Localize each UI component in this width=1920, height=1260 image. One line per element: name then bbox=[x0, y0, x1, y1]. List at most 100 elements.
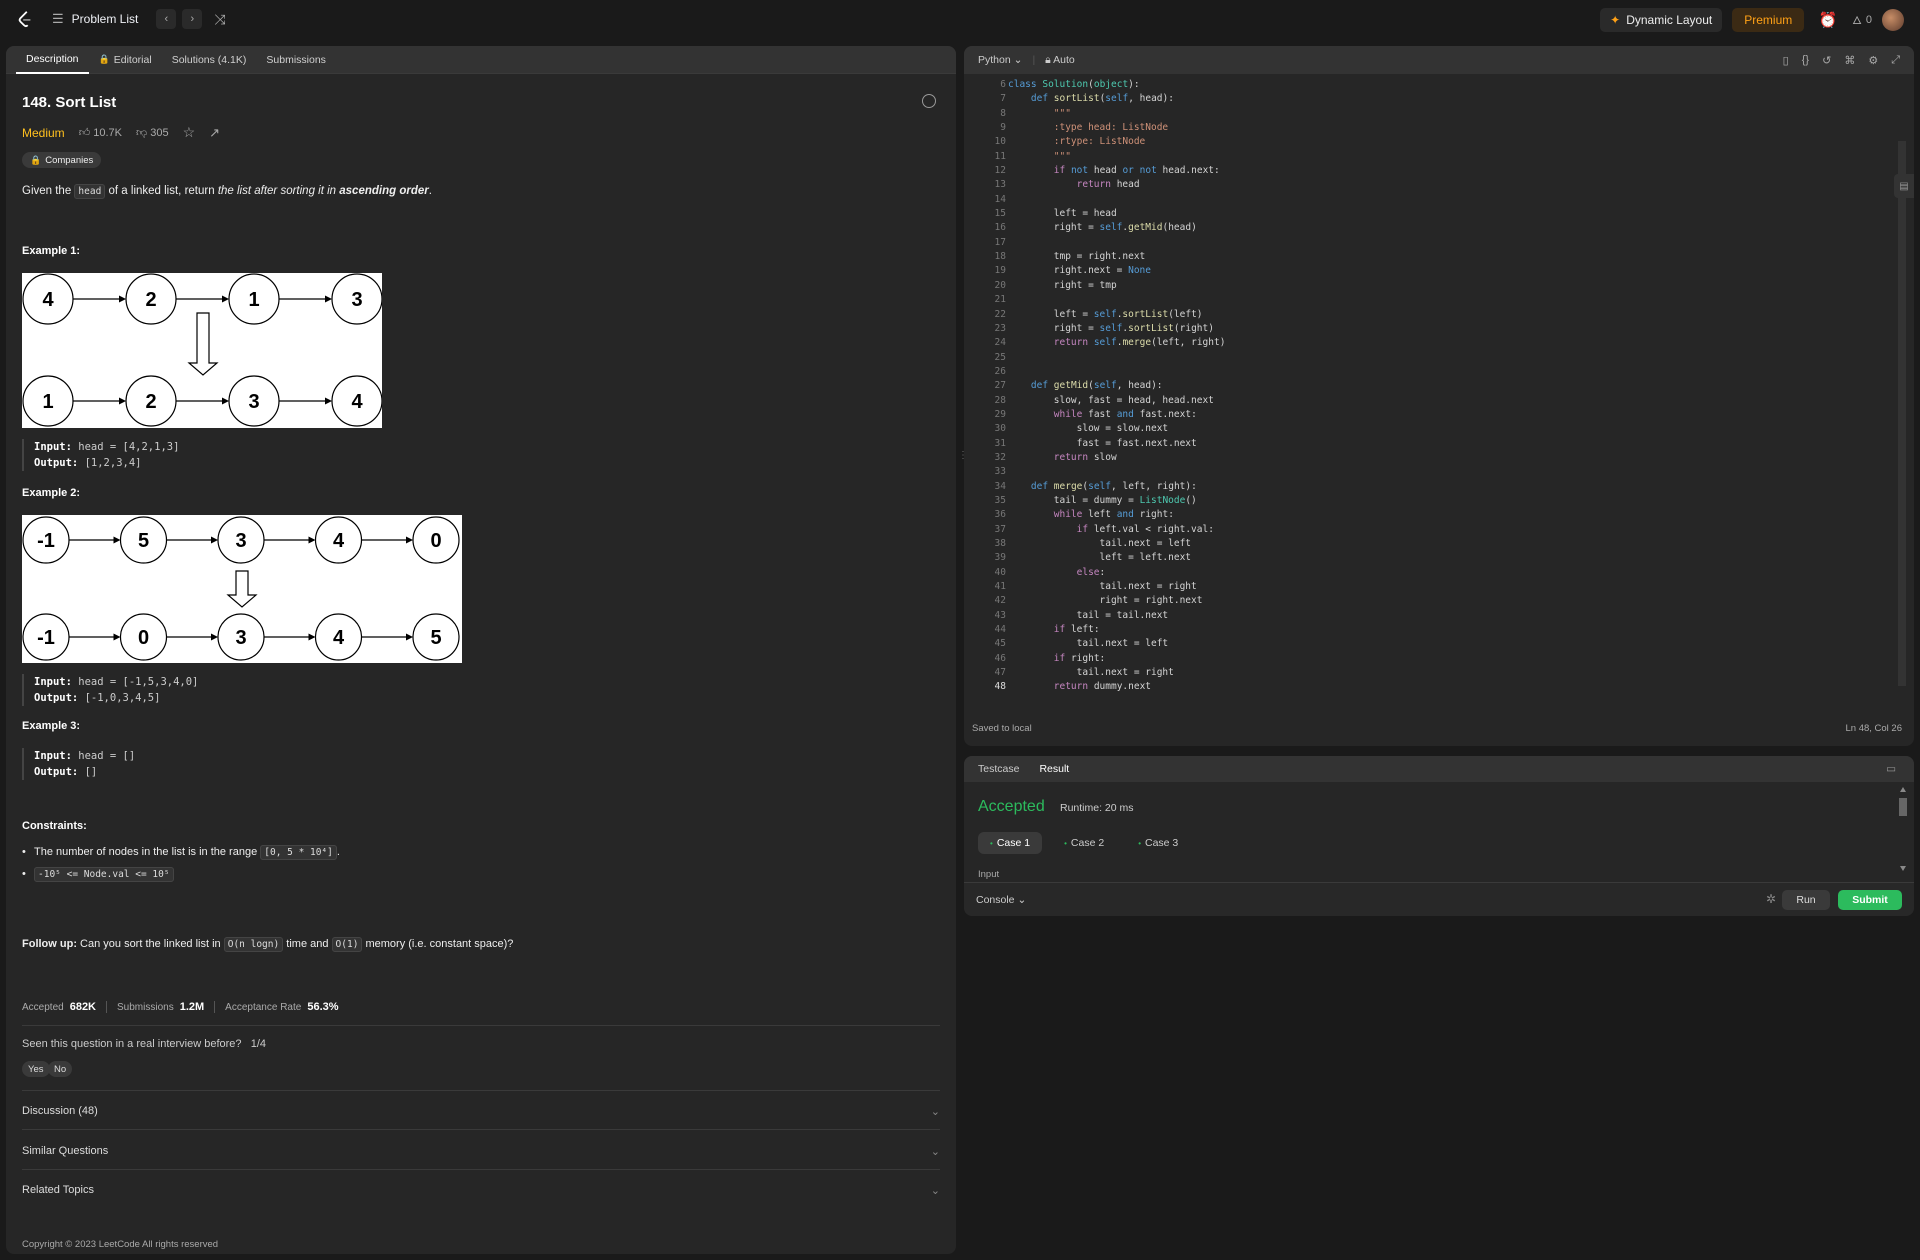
tab-testcase[interactable]: Testcase bbox=[978, 763, 1019, 775]
shortcut-icon[interactable]: ⌘ bbox=[1844, 54, 1855, 67]
yes-button[interactable]: Yes bbox=[22, 1061, 50, 1077]
submit-button[interactable]: Submit bbox=[1838, 890, 1902, 910]
notes-icon[interactable]: ▤ bbox=[1894, 174, 1914, 198]
saved-status: Saved to local bbox=[972, 723, 1032, 734]
editor-tools: ▯ {} ↺ ⌘ ⚙ ⤢ bbox=[1783, 54, 1900, 67]
tab-label: Description bbox=[26, 52, 79, 65]
code-line: slow, fast = head, head.next bbox=[1008, 394, 1214, 406]
collapse-icon[interactable]: ▭ bbox=[1886, 763, 1896, 775]
accordion-similar-questions[interactable]: Similar Questions ⌄ bbox=[22, 1145, 940, 1158]
follow-up-text: memory (i.e. constant space)? bbox=[362, 938, 514, 950]
example-1-title: Example 1: bbox=[22, 245, 81, 257]
avatar[interactable] bbox=[1882, 9, 1904, 31]
page-title[interactable]: 148. Sort List bbox=[22, 94, 116, 111]
case-label: Case 1 bbox=[996, 837, 1031, 849]
stat-label: Accepted bbox=[22, 1001, 64, 1013]
interview-question-text: Seen this question in a real interview b… bbox=[22, 1038, 242, 1050]
arrow-head bbox=[119, 397, 126, 405]
tab-editorial[interactable]: 🔒 Editorial bbox=[89, 46, 162, 74]
chevron-down-icon: ⌄ bbox=[1017, 894, 1027, 906]
stat-label: Acceptance Rate bbox=[225, 1001, 302, 1013]
no-button[interactable]: No bbox=[48, 1061, 73, 1077]
arrow-head bbox=[406, 536, 413, 544]
arrow-head bbox=[211, 633, 218, 641]
case-2-tab[interactable]: • Case 2 bbox=[1052, 832, 1116, 854]
code-area[interactable]: class Solution(object): def sortList(sel… bbox=[1008, 78, 1225, 695]
streak-count: 0 bbox=[1865, 14, 1872, 26]
follow-up-text: Can you sort the linked list in bbox=[76, 938, 224, 950]
info-circle-icon[interactable] bbox=[922, 94, 936, 108]
next-problem-button[interactable]: › bbox=[182, 9, 203, 29]
case-1-tab[interactable]: • Case 1 bbox=[978, 832, 1043, 854]
example-3-io: Input: head = [] Output: [] bbox=[22, 748, 135, 780]
console-toggle[interactable]: Console ⌄ bbox=[976, 894, 1026, 906]
problem-description: Given the head of a linked list, return … bbox=[22, 184, 432, 199]
tab-submissions[interactable]: Submissions bbox=[256, 46, 336, 74]
output-node-label: -1 bbox=[37, 627, 55, 649]
interview-question: Seen this question in a real interview b… bbox=[22, 1038, 266, 1050]
prev-problem-button[interactable]: ‹ bbox=[156, 9, 177, 29]
constraint-text: . bbox=[336, 846, 340, 858]
run-button[interactable]: Run bbox=[1782, 890, 1830, 910]
tab-description[interactable]: Description bbox=[16, 46, 89, 74]
dislike-count: 305 bbox=[150, 127, 169, 139]
code-line: left = self.sortList(left) bbox=[1008, 308, 1203, 320]
shuffle-icon[interactable]: ⤨ bbox=[214, 11, 225, 28]
bug-icon[interactable]: ✲ bbox=[1766, 892, 1776, 906]
result-scrollbar[interactable] bbox=[1898, 784, 1908, 874]
code-line: class Solution(object): bbox=[1008, 79, 1140, 90]
chevron-down-icon: ⌄ bbox=[930, 1146, 940, 1158]
example-1-diagram: 4 2 1 3 1 2 3 4 bbox=[22, 273, 382, 428]
list-icon[interactable]: ☰ bbox=[52, 11, 64, 27]
input-label: Input: bbox=[34, 750, 72, 762]
dislike-button[interactable]: 👎︎ 305 bbox=[136, 126, 169, 139]
desc-emphasis: the list after sorting it in bbox=[217, 185, 340, 197]
fullscreen-icon[interactable]: ⤢ bbox=[1891, 54, 1900, 67]
input-node-label: 1 bbox=[248, 289, 259, 311]
alarm-clock-icon[interactable]: ⏰ bbox=[1814, 11, 1842, 29]
companies-tag[interactable]: 🔒 Companies bbox=[22, 152, 102, 168]
output-node-label: 3 bbox=[248, 391, 259, 413]
gear-icon[interactable]: ⚙ bbox=[1868, 54, 1878, 67]
output-label: Output: bbox=[34, 766, 79, 778]
output-value: [1,2,3,4] bbox=[84, 457, 142, 469]
code-line: return dummy.next bbox=[1053, 681, 1152, 693]
bookmark-icon[interactable]: ▯ bbox=[1783, 54, 1789, 67]
code-line: :type head: ListNode bbox=[1008, 122, 1169, 134]
input-node-label: 3 bbox=[351, 289, 362, 311]
code-line: left = head bbox=[1008, 208, 1117, 220]
star-icon[interactable]: ☆ bbox=[183, 124, 196, 141]
case-label: Case 2 bbox=[1070, 837, 1105, 849]
output-node-label: 0 bbox=[138, 627, 149, 649]
interview-count: 1/4 bbox=[250, 1038, 266, 1050]
editor-toolbar: Python ⌄ | 🔒︎ Auto bbox=[964, 46, 1914, 74]
leetcode-logo-icon[interactable] bbox=[14, 8, 36, 30]
streak-counter[interactable]: 🜂 0 bbox=[1852, 9, 1872, 31]
sort-down-arrow bbox=[187, 312, 219, 376]
result-panel: Testcase Result ▭ Accepted Runtime: 20 m… bbox=[964, 756, 1914, 916]
language-select[interactable]: Python ⌄ bbox=[978, 54, 1022, 66]
sparkle-icon: ✦ bbox=[1610, 13, 1621, 27]
like-button[interactable]: 👍︎ 10.7K bbox=[79, 126, 122, 139]
tab-solutions[interactable]: Solutions (4.1K) bbox=[162, 46, 257, 74]
desc-strong: ascending order bbox=[339, 185, 429, 197]
problem-list-link[interactable]: Problem List bbox=[72, 12, 139, 26]
accordion-related-topics[interactable]: Related Topics ⌄ bbox=[22, 1184, 940, 1197]
accordion-discussion[interactable]: Discussion (48) ⌄ bbox=[22, 1105, 940, 1118]
tab-result[interactable]: Result bbox=[1039, 763, 1069, 775]
code-line: right = self.getMid(head) bbox=[1008, 222, 1197, 234]
share-icon[interactable]: ↗ bbox=[209, 125, 220, 141]
reset-icon[interactable]: ↺ bbox=[1822, 54, 1831, 67]
arrow-head bbox=[119, 295, 126, 303]
dynamic-layout-button[interactable]: ✦ Dynamic Layout bbox=[1600, 8, 1723, 32]
output-node-label: 4 bbox=[351, 391, 363, 413]
editor-scrollbar[interactable] bbox=[1898, 141, 1906, 686]
copyright: Copyright © 2023 LeetCode All rights res… bbox=[22, 1239, 219, 1250]
chevron-down-icon: ⌄ bbox=[930, 1106, 940, 1118]
braces-icon[interactable]: {} bbox=[1802, 54, 1809, 67]
premium-button[interactable]: Premium bbox=[1732, 8, 1805, 32]
case-3-tab[interactable]: • Case 3 bbox=[1126, 832, 1190, 854]
auto-mode-toggle[interactable]: 🔒︎ Auto bbox=[1045, 54, 1075, 67]
